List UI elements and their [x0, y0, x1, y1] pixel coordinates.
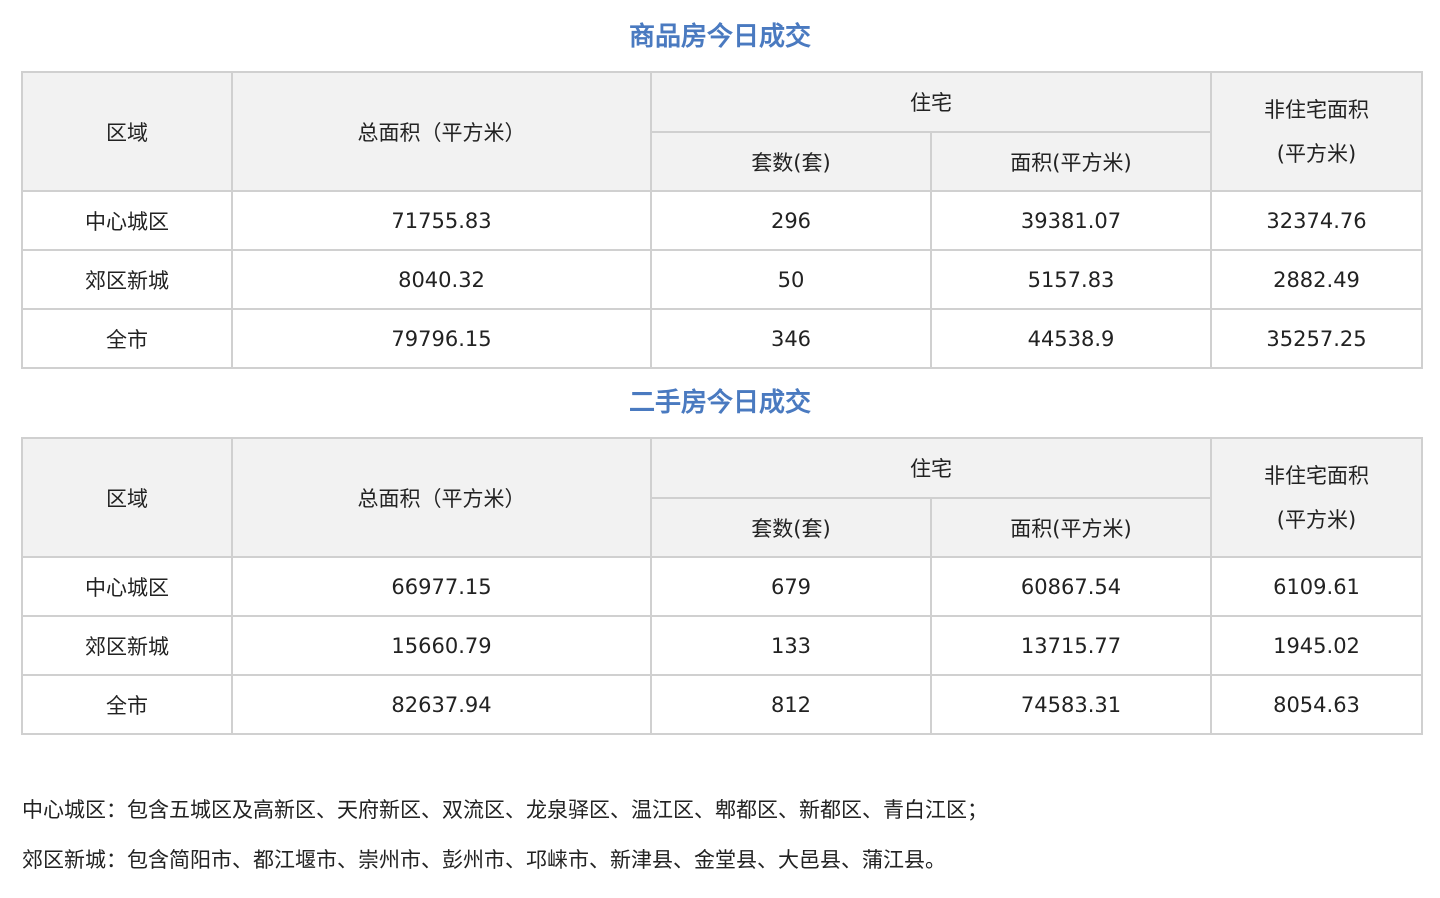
cell-total-area: 71755.83 — [231, 190, 652, 251]
cell-res-area: 5157.83 — [930, 249, 1212, 310]
header-total-area: 总面积（平方米） — [231, 71, 652, 192]
cell-res-area: 74583.31 — [930, 674, 1212, 735]
cell-units: 133 — [650, 615, 932, 676]
cell-res-area: 60867.54 — [930, 556, 1212, 617]
table-row: 郊区新城 8040.32 50 5157.83 2882.49 — [21, 249, 1423, 310]
page: 商品房今日成交 区域 总面积（平方米） 住宅 非住宅面积 (平方米) 套数(套) … — [0, 0, 1440, 898]
header-residential: 住宅 — [650, 71, 1212, 133]
cell-nonres-area: 32374.76 — [1210, 190, 1423, 251]
header-nonres-area: 非住宅面积 (平方米) — [1210, 437, 1423, 558]
header-units: 套数(套) — [650, 497, 932, 558]
cell-region: 全市 — [21, 308, 233, 369]
cell-res-area: 39381.07 — [930, 190, 1212, 251]
header-nonres-line2: (平方米) — [1276, 507, 1357, 532]
cell-region: 郊区新城 — [21, 249, 233, 310]
cell-nonres-area: 35257.25 — [1210, 308, 1423, 369]
header-region: 区域 — [21, 71, 233, 192]
cell-units: 296 — [650, 190, 932, 251]
table-row: 全市 79796.15 346 44538.9 35257.25 — [21, 308, 1423, 369]
header-nonres-line1: 非住宅面积 — [1264, 97, 1369, 122]
cell-total-area: 8040.32 — [231, 249, 652, 310]
cell-region: 中心城区 — [21, 190, 233, 251]
cell-region: 郊区新城 — [21, 615, 233, 676]
cell-total-area: 66977.15 — [231, 556, 652, 617]
footnotes: 中心城区：包含五城区及高新区、天府新区、双流区、龙泉驿区、温江区、郫都区、新都区… — [22, 785, 1422, 885]
header-residential: 住宅 — [650, 437, 1212, 499]
cell-nonres-area: 1945.02 — [1210, 615, 1423, 676]
header-units: 套数(套) — [650, 131, 932, 192]
cell-res-area: 44538.9 — [930, 308, 1212, 369]
cell-nonres-area: 8054.63 — [1210, 674, 1423, 735]
cell-nonres-area: 6109.61 — [1210, 556, 1423, 617]
header-total-area: 总面积（平方米） — [231, 437, 652, 558]
note-suburban: 郊区新城：包含简阳市、都江堰市、崇州市、彭州市、邛崃市、新津县、金堂县、大邑县、… — [22, 848, 946, 872]
header-nonres-line2: (平方米) — [1276, 141, 1357, 166]
cell-res-area: 13715.77 — [930, 615, 1212, 676]
cell-units: 346 — [650, 308, 932, 369]
cell-nonres-area: 2882.49 — [1210, 249, 1423, 310]
table-row: 郊区新城 15660.79 133 13715.77 1945.02 — [21, 615, 1423, 676]
header-nonres-area: 非住宅面积 (平方米) — [1210, 71, 1423, 192]
header-region: 区域 — [21, 437, 233, 558]
header-res-area: 面积(平方米) — [930, 497, 1212, 558]
commercial-table: 区域 总面积（平方米） 住宅 非住宅面积 (平方米) 套数(套) 面积(平方米) … — [21, 71, 1423, 369]
cell-units: 679 — [650, 556, 932, 617]
cell-total-area: 82637.94 — [231, 674, 652, 735]
note-central: 中心城区：包含五城区及高新区、天府新区、双流区、龙泉驿区、温江区、郫都区、新都区… — [22, 798, 988, 822]
commercial-title: 商品房今日成交 — [628, 22, 811, 52]
header-res-area: 面积(平方米) — [930, 131, 1212, 192]
cell-units: 50 — [650, 249, 932, 310]
header-nonres-line1: 非住宅面积 — [1264, 463, 1369, 488]
cell-region: 中心城区 — [21, 556, 233, 617]
secondhand-title: 二手房今日成交 — [628, 388, 811, 418]
secondhand-table: 区域 总面积（平方米） 住宅 非住宅面积 (平方米) 套数(套) 面积(平方米) … — [21, 437, 1423, 735]
cell-region: 全市 — [21, 674, 233, 735]
table-row: 中心城区 71755.83 296 39381.07 32374.76 — [21, 190, 1423, 251]
table-row: 全市 82637.94 812 74583.31 8054.63 — [21, 674, 1423, 735]
cell-total-area: 15660.79 — [231, 615, 652, 676]
cell-units: 812 — [650, 674, 932, 735]
table-row: 中心城区 66977.15 679 60867.54 6109.61 — [21, 556, 1423, 617]
cell-total-area: 79796.15 — [231, 308, 652, 369]
